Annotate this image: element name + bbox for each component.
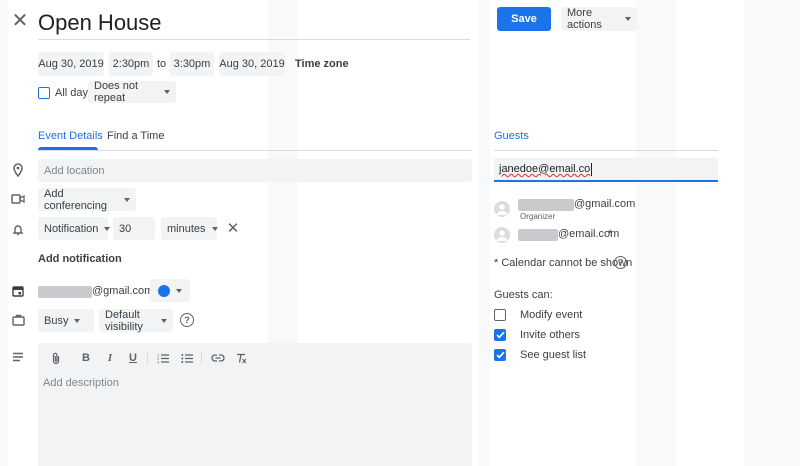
attachment-icon[interactable] (49, 351, 63, 365)
close-icon[interactable]: ✕ (10, 10, 30, 32)
calendar-color-select[interactable] (150, 279, 190, 302)
repeat-select[interactable]: Does not repeat (88, 80, 176, 104)
visibility-value: Default visibility (105, 308, 143, 333)
bold-icon[interactable]: B (79, 351, 93, 365)
help-icon[interactable]: ? (614, 256, 627, 269)
chevron-down-icon (74, 318, 81, 323)
guest-avatar (494, 201, 510, 217)
chevron-down-icon (164, 90, 170, 94)
guest-email-suffix: @gmail.com (574, 198, 636, 210)
calendar-email-suffix: @gmail.com (92, 285, 154, 297)
guests-title: Guests (494, 130, 529, 142)
busy-select[interactable]: Busy (38, 309, 94, 332)
calendar-icon (10, 283, 26, 299)
chevron-down-icon (161, 318, 167, 323)
end-date-field[interactable]: Aug 30, 2019 (219, 52, 285, 76)
notification-unit-value: minutes (167, 222, 206, 235)
add-guests-input[interactable]: janedoe@email.co (494, 158, 718, 182)
add-conferencing-button[interactable]: Add conferencing (38, 187, 136, 212)
modify-event-checkbox[interactable] (494, 309, 506, 321)
all-day-label: All day (55, 87, 89, 99)
chevron-down-icon (625, 17, 631, 21)
bulleted-list-icon[interactable] (180, 351, 194, 365)
italic-icon[interactable]: I (103, 351, 117, 365)
redacted-guest-name (518, 229, 558, 241)
numbered-list-icon[interactable]: 123 (156, 351, 170, 365)
see-guest-list-checkbox[interactable] (494, 349, 506, 361)
description-placeholder: Add description (43, 377, 119, 389)
notification-type-select[interactable]: Notification (38, 217, 111, 240)
color-dot (158, 284, 170, 297)
event-title-input[interactable]: Open House (38, 6, 470, 40)
permissions-title: Guests can: (494, 289, 553, 301)
start-date-field[interactable]: Aug 30, 2019 (38, 52, 104, 76)
add-notification-link[interactable]: Add notification (38, 252, 122, 266)
location-pin-icon (10, 162, 26, 178)
chevron-down-icon (104, 226, 111, 231)
conferencing-label: Add conferencing (44, 187, 107, 212)
link-icon[interactable] (211, 351, 225, 365)
repeat-value: Does not repeat (94, 80, 139, 104)
start-time-field[interactable]: 2:30pm (109, 52, 153, 76)
more-actions-button[interactable]: More actions (561, 7, 637, 31)
invite-others-label: Invite others (520, 329, 580, 341)
to-label: to (157, 58, 167, 70)
toolbar-divider (147, 352, 148, 364)
video-camera-icon (10, 191, 26, 207)
guest-input-value: janedoe@email.co (499, 163, 591, 175)
clear-formatting-icon[interactable] (234, 351, 248, 365)
checkmark-icon (495, 351, 505, 359)
notification-value-input[interactable]: 30 (113, 217, 155, 240)
description-editor[interactable]: B I U 123 Add description (38, 343, 472, 466)
all-day-checkbox[interactable] (38, 87, 50, 99)
underline-icon[interactable]: U (126, 351, 140, 365)
end-time-field[interactable]: 3:30pm (170, 52, 214, 76)
chevron-down-icon (124, 197, 130, 202)
location-input[interactable]: Add location (38, 159, 472, 182)
tab-event-details[interactable]: Event Details (38, 127, 103, 145)
chevron-down-icon (176, 288, 182, 293)
redacted-guest-name (518, 199, 574, 211)
bell-icon (10, 221, 26, 237)
guests-divider (494, 150, 718, 151)
see-guest-list-label: See guest list (520, 349, 587, 361)
help-icon[interactable]: ? (180, 313, 194, 327)
guest-avatar (494, 227, 510, 243)
guest-marker: * (608, 228, 613, 240)
remove-notification-close-icon[interactable]: ✕ (226, 220, 240, 237)
invite-others-checkbox[interactable] (494, 329, 506, 341)
guest-role: Organizer (520, 212, 556, 221)
briefcase-icon (10, 312, 26, 328)
busy-value: Busy (44, 314, 69, 327)
notification-unit-select[interactable]: minutes (161, 217, 218, 240)
tabs-divider (38, 150, 472, 151)
more-actions-label: More actions (567, 7, 602, 31)
redacted-calendar-name (38, 286, 92, 298)
save-button[interactable]: Save (497, 7, 551, 31)
checkmark-icon (495, 331, 505, 339)
text-cursor (591, 162, 593, 176)
chevron-down-icon (211, 226, 218, 231)
notification-type-value: Notification (44, 222, 99, 235)
toolbar-divider (201, 352, 202, 364)
time-zone-button[interactable]: Time zone (295, 52, 349, 76)
tab-find-a-time[interactable]: Find a Time (107, 127, 164, 145)
svg-text:3: 3 (157, 360, 159, 364)
description-lines-icon (10, 349, 26, 365)
visibility-select[interactable]: Default visibility (99, 308, 173, 333)
modify-event-label: Modify event (520, 309, 583, 321)
calendar-note: * Calendar cannot be shown (494, 257, 633, 269)
